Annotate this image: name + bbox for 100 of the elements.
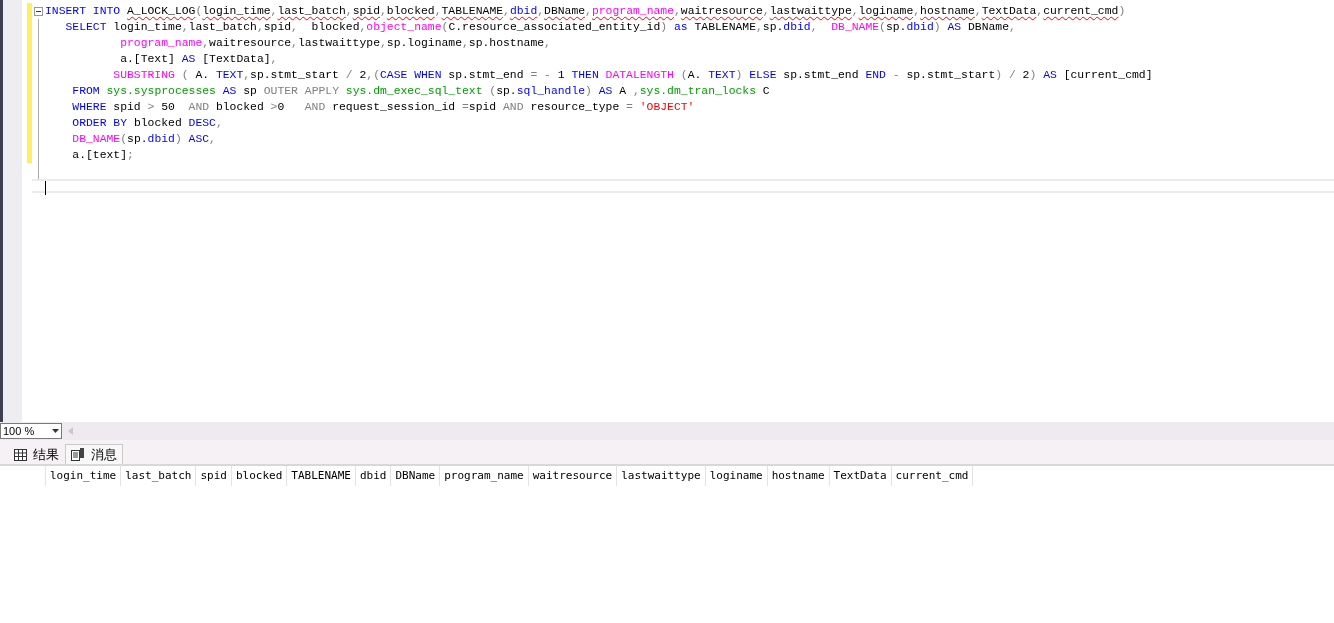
code-token: = bbox=[462, 101, 469, 113]
code-token: ,( bbox=[366, 69, 380, 81]
code-token: DB_NAME bbox=[71, 133, 121, 145]
code-token: , bbox=[379, 37, 387, 49]
code-token: ) bbox=[174, 133, 183, 145]
code-token: sp bbox=[243, 85, 258, 97]
code-token: 'OBJECT' bbox=[639, 101, 695, 113]
column-header[interactable]: spid bbox=[196, 466, 232, 486]
column-header[interactable]: DBName bbox=[391, 466, 441, 486]
code-token: , bbox=[291, 21, 298, 33]
code-token: lastwaittype bbox=[297, 37, 380, 49]
code-token: DATALENGTH bbox=[605, 69, 675, 81]
code-token: ) bbox=[1029, 69, 1038, 81]
code-token: ( bbox=[879, 21, 886, 33]
code-token: sys.sysprocesses bbox=[106, 85, 217, 97]
code-token: = - bbox=[530, 69, 552, 81]
code-token: , bbox=[503, 5, 510, 17]
column-header[interactable]: login_time bbox=[46, 466, 122, 486]
code-token: , bbox=[462, 37, 469, 49]
column-header[interactable]: blocked bbox=[231, 466, 288, 486]
code-token: blocked bbox=[310, 21, 360, 33]
code-token: sp. bbox=[885, 21, 907, 33]
code-token: > bbox=[270, 101, 278, 113]
code-token: ) bbox=[585, 85, 593, 97]
results-tab[interactable]: 消息 bbox=[65, 444, 123, 464]
column-header[interactable]: program_name bbox=[440, 466, 529, 486]
code-token: , bbox=[434, 5, 442, 17]
code-token: dbid bbox=[147, 133, 175, 145]
code-token: A. bbox=[687, 69, 703, 81]
column-header[interactable]: loginame bbox=[705, 466, 768, 486]
code-token: , bbox=[762, 5, 770, 17]
code-token: sp.stmt_start bbox=[906, 69, 996, 81]
code-token: ( bbox=[195, 5, 203, 17]
code-token: sp.stmt_start bbox=[250, 69, 340, 81]
document-icon bbox=[71, 448, 85, 461]
column-header[interactable]: dbid bbox=[355, 466, 392, 486]
code-token: ) / bbox=[995, 69, 1017, 81]
code-token: THEN bbox=[571, 69, 600, 81]
code-token: spid bbox=[113, 101, 142, 113]
code-token: 2 bbox=[359, 69, 367, 81]
code-token: , bbox=[215, 117, 223, 129]
column-header[interactable]: waitresource bbox=[528, 466, 618, 486]
code-token: blocked bbox=[386, 5, 435, 17]
code-token: , bbox=[359, 21, 367, 33]
grid-icon bbox=[14, 448, 27, 461]
code-token: blocked bbox=[215, 101, 265, 113]
column-header[interactable]: hostname bbox=[767, 466, 830, 486]
code-token: INSERT INTO bbox=[45, 5, 122, 17]
code-token: , bbox=[380, 5, 387, 17]
code-token: waitresource bbox=[680, 5, 763, 17]
column-header[interactable]: lastwaittype bbox=[617, 466, 706, 486]
code-token: blocked bbox=[133, 117, 183, 129]
code-token: sp.stmt_end bbox=[448, 69, 525, 81]
code-token: , bbox=[913, 5, 921, 17]
code-token: AS bbox=[1043, 69, 1058, 81]
code-token: ORDER BY bbox=[71, 117, 129, 129]
code-token: sp.hostname bbox=[468, 37, 545, 49]
code-token: , bbox=[810, 21, 819, 33]
code-token: current_cmd bbox=[1043, 5, 1119, 17]
code-token: , bbox=[209, 133, 216, 145]
code-token: spid bbox=[263, 21, 292, 33]
code-token: request_session_id bbox=[332, 101, 457, 113]
code-token: spid bbox=[352, 5, 380, 17]
code-token: , bbox=[756, 21, 763, 33]
code-token: ( bbox=[120, 133, 128, 145]
code-token: , bbox=[1009, 21, 1016, 33]
code-token: C bbox=[762, 85, 770, 97]
code-token: as bbox=[673, 21, 689, 33]
zoom-dropdown[interactable]: 100 % bbox=[0, 423, 62, 439]
code-token: sys.dm_exec_sql_text bbox=[345, 85, 484, 97]
code-token: FROM bbox=[71, 85, 101, 97]
code-token: ) bbox=[735, 69, 744, 81]
code-token: AS bbox=[947, 21, 963, 33]
column-header[interactable]: TextData bbox=[829, 466, 892, 486]
code-token: dbid bbox=[783, 21, 811, 33]
code-token: object_name bbox=[366, 21, 442, 33]
code-token: hostname bbox=[920, 5, 975, 17]
column-header[interactable]: last_batch bbox=[121, 466, 197, 486]
code-token: ) bbox=[933, 21, 942, 33]
code-token: 50 bbox=[161, 101, 176, 113]
code-token: TEXT bbox=[215, 69, 244, 81]
code-token: TABLENAME bbox=[694, 21, 756, 33]
code-token: 1 bbox=[557, 69, 566, 81]
column-header[interactable]: current_cmd bbox=[891, 466, 974, 486]
code-token: , bbox=[585, 5, 592, 17]
code-token: AS bbox=[181, 53, 197, 65]
code-token: resource_type bbox=[530, 101, 621, 113]
code-token: ) bbox=[660, 21, 669, 33]
code-token: ) bbox=[1118, 5, 1126, 17]
code-token: AS bbox=[222, 85, 238, 97]
code-token: , bbox=[243, 69, 251, 81]
code-token: / bbox=[345, 69, 354, 81]
code-token: ELSE bbox=[749, 69, 778, 81]
collapse-icon[interactable] bbox=[33, 6, 43, 16]
code-token: sys.dm_tran_locks bbox=[639, 85, 757, 97]
column-header[interactable]: TABLENAME bbox=[287, 466, 356, 486]
code-token: ( bbox=[441, 21, 449, 33]
code-token: last_batch bbox=[277, 5, 346, 17]
text-cursor bbox=[45, 181, 46, 195]
code-token: - bbox=[892, 69, 901, 81]
